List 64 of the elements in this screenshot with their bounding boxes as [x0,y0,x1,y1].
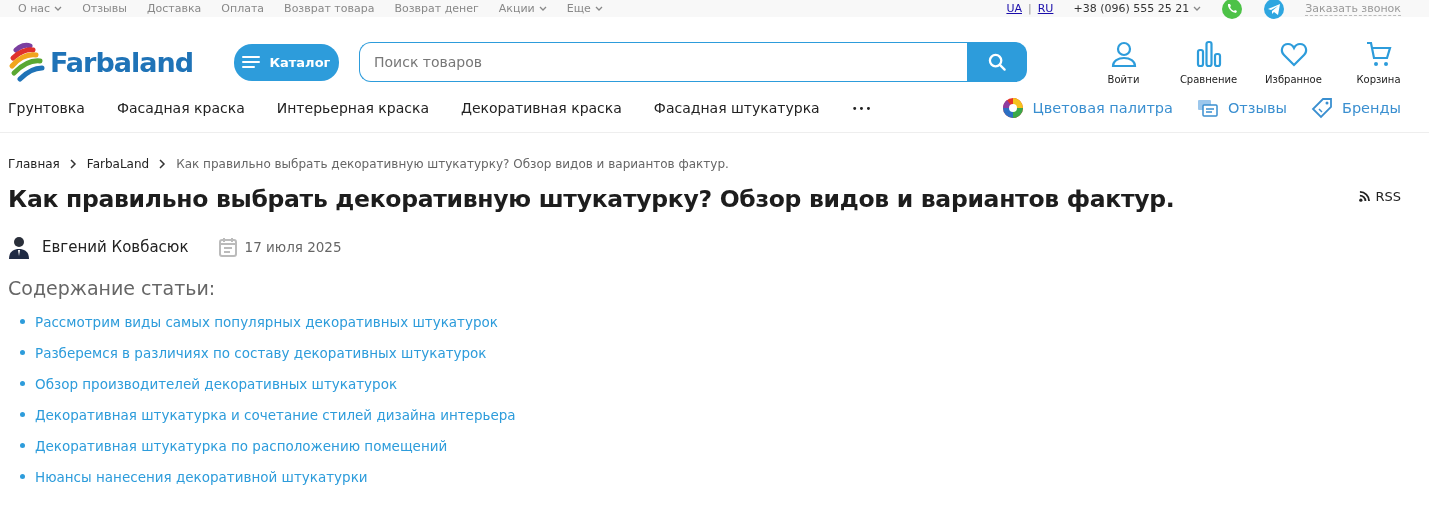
header-action-link[interactable]: Войти [1081,39,1166,85]
person-silhouette-icon [8,235,30,259]
bullet-dot [20,381,25,386]
contents-link[interactable]: Обзор производителей декоративных штукатурок [35,375,398,392]
logo-text: Farbaland [50,46,193,78]
publish-date: 17 июля 2025 [244,239,342,255]
chat-cards-icon [1196,97,1219,119]
category-link[interactable]: Грунтовка [8,100,85,116]
top-menu-link[interactable]: Акции [498,2,547,15]
search-field[interactable]: Поиск товаров [359,42,967,82]
category-link[interactable]: Фасадная штукатурка [653,100,820,116]
callback-link[interactable]: Заказать звонок [1305,1,1401,16]
menu-icon [242,55,261,69]
chevron-icon [69,159,77,169]
bullet-dot [20,350,25,355]
top-menu-link[interactable]: Доставка [146,2,202,15]
caret-icon [1193,6,1202,11]
bullet-dot [20,319,25,324]
author-name: Евгений Ковбасюк [42,238,189,256]
tag-icon [1310,97,1333,119]
contents-heading: Содержание статьи: [7,276,217,299]
language-link[interactable]: UA [1006,2,1022,15]
nav-link[interactable]: Отзывы [1196,97,1287,119]
contents-link[interactable]: Декоративная штукатурка по расположению помещений [35,437,448,454]
top-menu-link[interactable]: Оплата [221,2,265,15]
caret-icon [538,6,547,11]
header-action-link[interactable]: Корзина [1336,39,1421,85]
header-action-link[interactable]: Сравнение [1166,39,1251,85]
caret-icon [54,6,63,11]
contents-link[interactable]: Нюансы нанесения декоративной штукатурки [35,468,368,485]
bullet-dot [20,474,25,479]
rss-icon [1359,191,1371,202]
top-menu-link[interactable]: Возврат денег [394,2,479,15]
category-link[interactable]: Фасадная краска [116,100,245,116]
nav-link[interactable]: Цветовая палитра [1001,97,1173,119]
top-menu-link[interactable]: Отзывы [82,2,127,15]
caret-icon [594,6,603,11]
color-wheel-icon [1001,97,1024,119]
contents-link[interactable]: Декоративная штукатурка и сочетание стилей дизайна интерьера [35,406,516,423]
top-menu-link[interactable]: О нас [18,2,63,15]
chevron-icon [159,159,167,169]
header-action-link[interactable]: Избранное [1251,39,1336,85]
article-title: Как правильно выбрать декоративную штукатурку? Обзор видов и вариантов фактур. [8,185,1175,213]
separator: | [1028,2,1032,15]
contents-link[interactable]: Рассмотрим виды самых популярных декоративных штукатурок [35,313,498,330]
nav-link[interactable]: Бренды [1310,97,1401,119]
phone-link[interactable]: +38 (096) 555 25 21 [1073,2,1202,15]
category-link[interactable]: Декоративная краска [461,100,622,116]
contents-link[interactable]: Разберемся в различиях по составу декоративных штукатурок [35,344,487,361]
search-button[interactable] [967,42,1027,82]
more-link[interactable]: ••• [851,102,873,114]
catalog-button[interactable]: Каталог [233,43,339,81]
calendar-icon [218,237,237,257]
top-menu-link[interactable]: Возврат товара [284,2,375,15]
rss-link[interactable]: RSS [1359,189,1401,204]
language-link[interactable]: RU [1037,2,1054,15]
breadcrumb-link[interactable]: FarbaLand [86,157,150,171]
breadcrumb-current: Как правильно выбрать декоративную штукатурку? Обзор видов и вариантов фактур. [176,157,729,171]
bullet-dot [20,443,25,448]
search-icon [987,52,1007,72]
breadcrumb-link[interactable]: Главная [8,157,60,171]
bullet-dot [20,412,25,417]
top-menu-link[interactable]: Еще [566,2,603,15]
category-link[interactable]: Интерьерная краска [276,100,430,116]
